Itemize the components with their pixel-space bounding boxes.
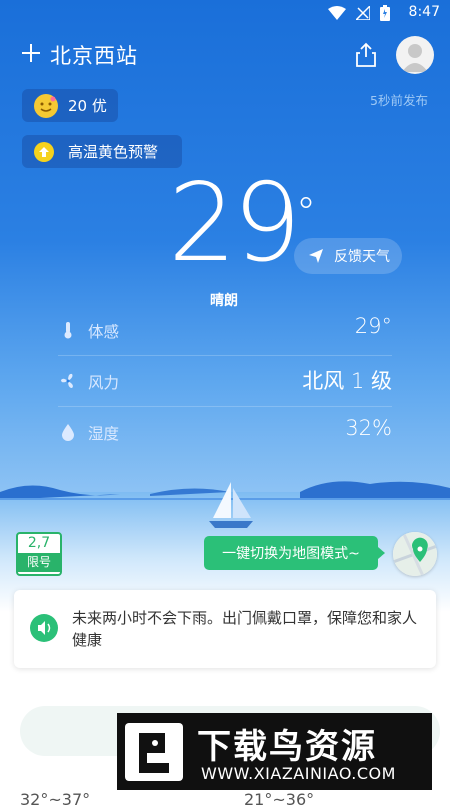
battery-icon <box>380 5 390 21</box>
map-icon <box>393 532 437 576</box>
map-mode-tip[interactable]: 一键切换为地图模式~ <box>204 536 385 570</box>
forecast-text: 未来两小时不会下雨。出门佩戴口罩，保障您和家人健康 <box>72 609 418 649</box>
signal-off-icon <box>356 6 370 20</box>
aqi-value: 20 优 <box>68 97 107 115</box>
limit-label: 限号 <box>16 553 62 572</box>
watermark-url: WWW.XIAZAINIAO.COM <box>201 764 396 783</box>
avatar[interactable] <box>396 36 434 74</box>
thermometer-icon <box>64 322 72 339</box>
droplet-icon <box>62 424 74 441</box>
add-city-icon[interactable] <box>20 42 42 64</box>
status-icons <box>328 5 390 21</box>
watermark-banner: 下载鸟资源 WWW.XIAZAINIAO.COM <box>117 713 432 790</box>
detail-row-wind: 风力 北风 1 级 <box>58 357 392 407</box>
aqi-badge[interactable]: 20 优 <box>22 89 118 122</box>
traffic-limit-badge[interactable]: 2,7 限号 <box>16 532 62 576</box>
detail-value: 32% <box>345 416 392 440</box>
watermark-title: 下载鸟资源 <box>197 727 377 767</box>
divider <box>58 355 392 356</box>
city-name[interactable]: 北京西站 <box>50 40 138 70</box>
detail-value: 北风 1 级 <box>302 369 392 393</box>
warning-text: 高温黄色预警 <box>68 143 159 161</box>
map-mode-button[interactable] <box>393 532 437 576</box>
publish-time: 5秒前发布 <box>370 93 428 108</box>
detail-label: 体感 <box>88 323 120 341</box>
divider <box>58 406 392 407</box>
sailboat-illustration <box>209 482 253 528</box>
share-icon[interactable] <box>354 42 378 68</box>
user-icon <box>402 44 428 72</box>
feedback-button[interactable]: 反馈天气 <box>294 238 402 274</box>
wifi-icon <box>328 6 346 20</box>
fan-icon <box>61 373 73 388</box>
temperature-unit: ° <box>296 190 316 236</box>
detail-row-humidity: 湿度 32% <box>58 408 392 458</box>
status-time: 8:47 <box>408 4 440 20</box>
detail-label: 风力 <box>88 374 120 392</box>
detail-value: 29° <box>354 314 392 338</box>
speaker-icon[interactable] <box>30 614 58 642</box>
forecast-card[interactable]: 未来两小时不会下雨。出门佩戴口罩，保障您和家人健康 <box>14 590 436 668</box>
warning-icon <box>34 141 54 162</box>
smiley-icon <box>34 93 58 118</box>
detail-row-feels-like: 体感 29° <box>58 306 392 356</box>
status-bar: 8:47 <box>0 0 450 26</box>
current-temperature: 29 <box>168 161 301 286</box>
limit-numbers: 2,7 <box>27 535 51 551</box>
feedback-label: 反馈天气 <box>334 249 390 265</box>
warning-badge[interactable]: 高温黄色预警 <box>22 135 182 168</box>
bird-logo-icon <box>125 723 183 781</box>
detail-label: 湿度 <box>88 425 120 443</box>
send-icon <box>309 249 323 263</box>
